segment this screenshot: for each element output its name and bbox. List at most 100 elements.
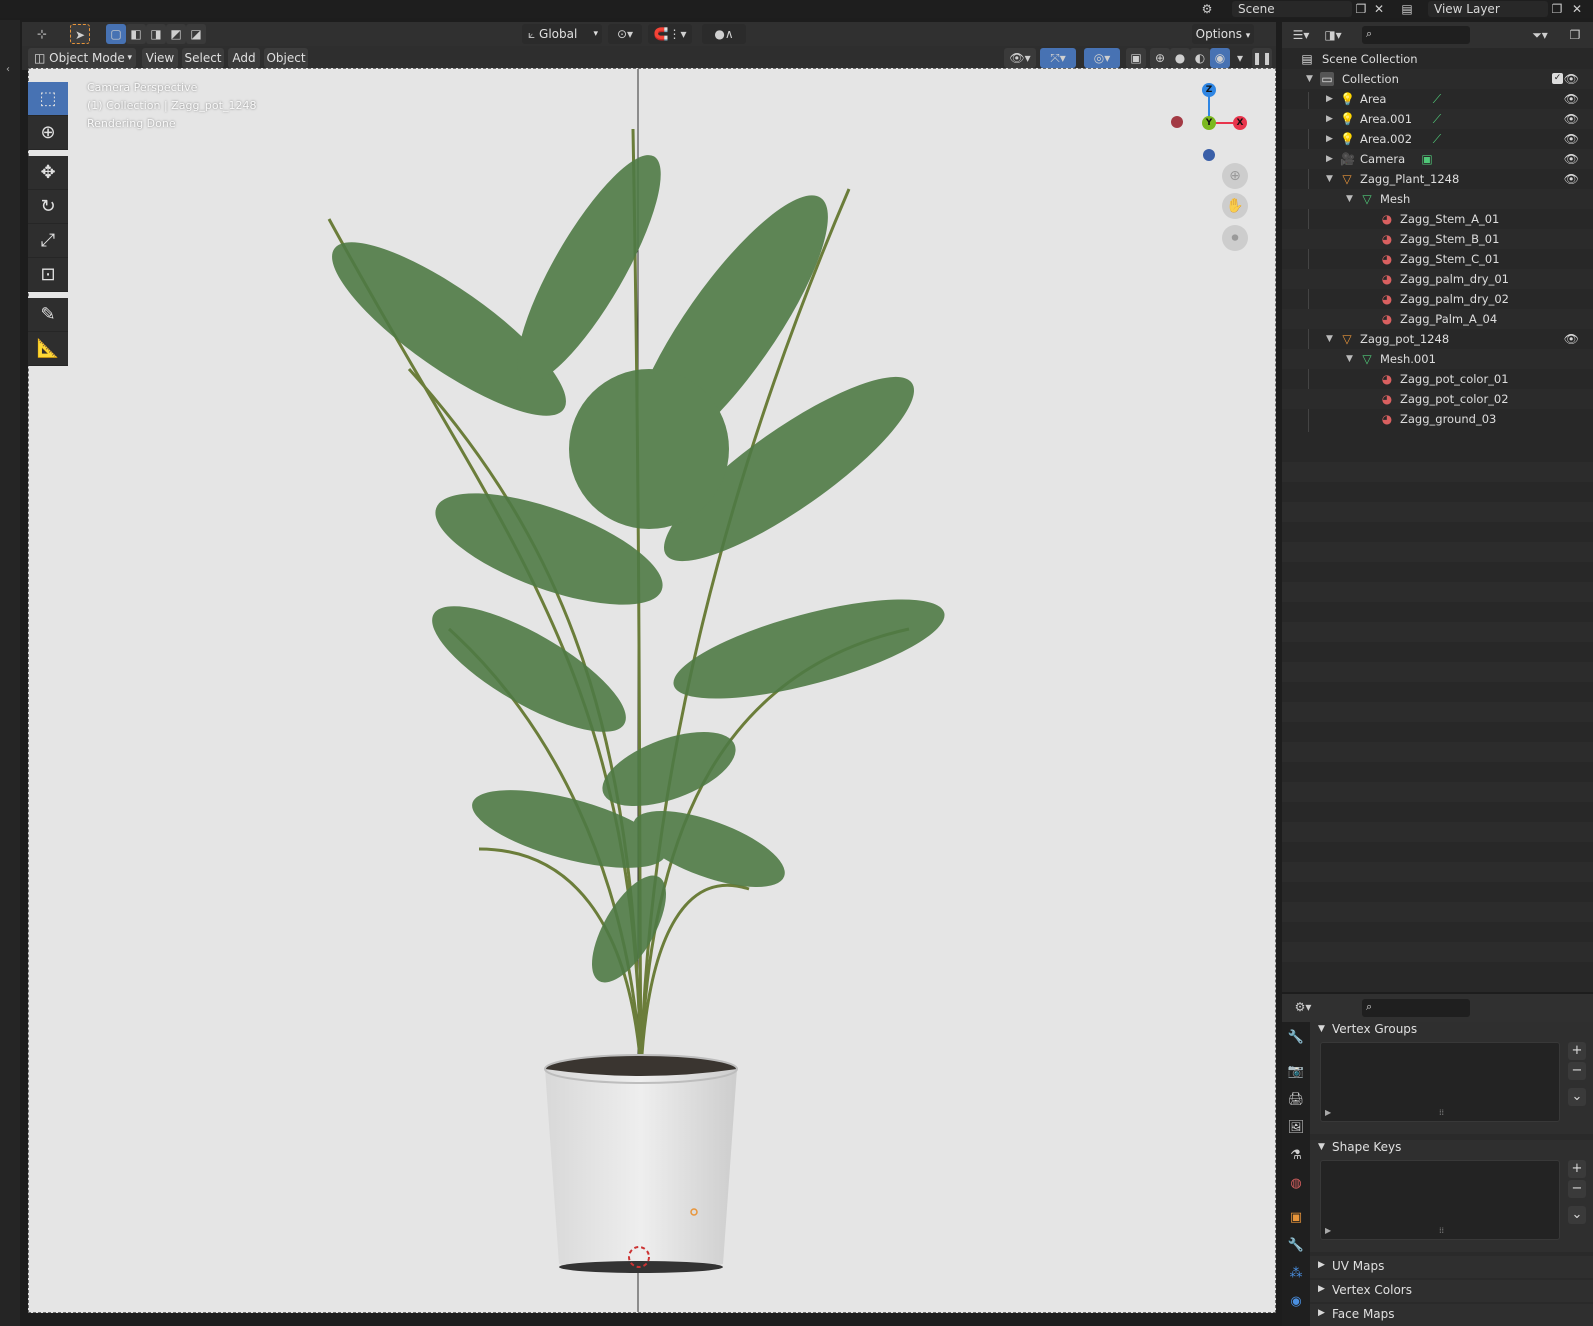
expand-arrow-icon[interactable]: ▼ bbox=[1326, 169, 1333, 189]
resize-handle-icon[interactable]: ⁞⁞ bbox=[1439, 1226, 1444, 1235]
outliner-row[interactable]: ▶ 🎥 Camera ▣ 👁 bbox=[1282, 149, 1593, 169]
expand-arrow-icon[interactable]: ▶ bbox=[1326, 89, 1333, 109]
outliner-row[interactable]: ◕ Zagg_Stem_B_01 bbox=[1282, 229, 1593, 249]
view-layer-field[interactable]: View Layer bbox=[1428, 1, 1548, 17]
eye-icon[interactable]: 👁 bbox=[1564, 69, 1579, 89]
transform-icon[interactable]: ⊡ bbox=[28, 258, 68, 292]
outliner-row[interactable]: ◕ Zagg_ground_03 bbox=[1282, 409, 1593, 429]
uv-maps-panel[interactable]: ▶ UV Maps bbox=[1310, 1256, 1593, 1278]
expand-arrow-icon[interactable]: ▶ bbox=[1325, 1108, 1331, 1117]
world-tab-icon[interactable]: ◍ bbox=[1286, 1174, 1306, 1194]
new-scene-icon[interactable]: ❐ bbox=[1354, 2, 1368, 16]
scene-field[interactable]: Scene bbox=[1232, 1, 1352, 17]
remove-icon[interactable]: − bbox=[1568, 1062, 1586, 1080]
tool-tab-icon[interactable]: 🔧 bbox=[1286, 1028, 1306, 1048]
select-mode-invert-icon[interactable]: ◩ bbox=[166, 24, 186, 44]
menu-select[interactable]: Select bbox=[182, 48, 224, 68]
outliner-row-collection[interactable]: ▼ ▭ Collection ✓ 👁 bbox=[1282, 69, 1593, 89]
menu-object[interactable]: Object bbox=[264, 48, 308, 68]
eye-icon[interactable]: 👁 bbox=[1564, 89, 1579, 109]
outliner-row[interactable]: ◕ Zagg_Palm_A_04 bbox=[1282, 309, 1593, 329]
display-mode-icon[interactable]: ◨▾ bbox=[1322, 28, 1344, 42]
eye-icon[interactable]: 👁 bbox=[1564, 129, 1579, 149]
outliner-row[interactable]: ▶ 💡 Area.002 ⟋ 👁 bbox=[1282, 129, 1593, 149]
annotate-icon[interactable]: ✎ bbox=[28, 298, 68, 332]
orientation-dropdown[interactable]: ⟀ Global ▾ bbox=[522, 24, 602, 44]
editor-type-icon[interactable]: ⚙▾ bbox=[1292, 1000, 1314, 1014]
add-icon[interactable]: + bbox=[1568, 1042, 1586, 1060]
pivot-dropdown[interactable]: ⊙▾ bbox=[608, 24, 642, 44]
eye-icon[interactable]: 👁 bbox=[1564, 329, 1579, 349]
filter-icon[interactable]: ⏷▾ bbox=[1528, 28, 1552, 42]
proportional-edit-toggle[interactable]: ●∧ bbox=[702, 24, 746, 44]
outliner-row[interactable]: ◕ Zagg_palm_dry_02 bbox=[1282, 289, 1593, 309]
object-tab-icon[interactable]: ▣ bbox=[1286, 1208, 1306, 1228]
select-box-icon[interactable]: ⬚ bbox=[28, 82, 68, 116]
solid-shading-icon[interactable]: ● bbox=[1170, 48, 1190, 68]
cursor-icon[interactable]: ⊕ bbox=[28, 116, 68, 150]
view-layer-icon[interactable]: ▤ bbox=[1400, 2, 1414, 16]
options-dropdown[interactable]: Options ▾ bbox=[1192, 24, 1254, 44]
pause-icon[interactable]: ❚❚ bbox=[1252, 48, 1272, 68]
editor-type-icon[interactable]: ⊹ bbox=[32, 24, 52, 44]
add-icon[interactable]: + bbox=[1568, 1160, 1586, 1178]
chevron-down-icon[interactable]: ⌄ bbox=[1568, 1088, 1586, 1106]
outliner-row[interactable]: ◕ Zagg_Stem_A_01 bbox=[1282, 209, 1593, 229]
visibility-dropdown[interactable]: 👁▾ bbox=[1004, 48, 1036, 68]
outliner-row[interactable]: ◕ Zagg_pot_color_01 bbox=[1282, 369, 1593, 389]
select-mode-new-icon[interactable]: ▢ bbox=[106, 24, 126, 44]
mode-dropdown[interactable]: ◫ Object Mode ▾ bbox=[28, 48, 136, 68]
light-data-icon[interactable]: ⟋ bbox=[1430, 132, 1444, 146]
eye-icon[interactable]: 👁 bbox=[1564, 149, 1579, 169]
scene-tab-icon[interactable]: ⚗ bbox=[1286, 1146, 1306, 1166]
resize-handle-icon[interactable]: ⁞⁞ bbox=[1439, 1108, 1444, 1117]
pan-hand-icon[interactable]: ✋ bbox=[1222, 193, 1248, 219]
chevron-left-icon[interactable]: ‹ bbox=[6, 64, 10, 75]
particles-tab-icon[interactable]: ⁂ bbox=[1286, 1264, 1306, 1284]
eye-icon[interactable]: 👁 bbox=[1564, 109, 1579, 129]
light-data-icon[interactable]: ⟋ bbox=[1430, 92, 1444, 106]
vertex-colors-panel[interactable]: ▶ Vertex Colors bbox=[1310, 1280, 1593, 1302]
scale-icon[interactable]: ⤢ bbox=[28, 224, 68, 258]
gizmo-z-axis[interactable]: Z bbox=[1202, 83, 1216, 97]
gizmo-neg-x-axis[interactable] bbox=[1171, 116, 1183, 128]
expand-arrow-icon[interactable]: ▼ bbox=[1306, 69, 1313, 89]
render-tab-icon[interactable]: 📷 bbox=[1286, 1062, 1306, 1082]
select-mode-extend-icon[interactable]: ◧ bbox=[126, 24, 146, 44]
outliner-row[interactable]: ▼ ▽ Zagg_Plant_1248 👁 bbox=[1282, 169, 1593, 189]
select-mode-subtract-icon[interactable]: ◨ bbox=[146, 24, 166, 44]
expand-arrow-icon[interactable]: ▼ bbox=[1318, 1024, 1325, 1034]
camera-view-icon[interactable]: ⏺ bbox=[1222, 225, 1248, 251]
face-maps-panel[interactable]: ▶ Face Maps bbox=[1310, 1304, 1593, 1326]
modifier-tab-icon[interactable]: 🔧 bbox=[1286, 1236, 1306, 1256]
outliner-row[interactable]: ◕ Zagg_pot_color_02 bbox=[1282, 389, 1593, 409]
light-data-icon[interactable]: ⟋ bbox=[1430, 112, 1444, 126]
view-layer-tab-icon[interactable]: 🖼 bbox=[1286, 1118, 1306, 1138]
checkbox-icon[interactable]: ✓ bbox=[1552, 73, 1563, 84]
close-icon[interactable]: ✕ bbox=[1372, 2, 1386, 16]
gizmo-neg-z-axis[interactable] bbox=[1203, 149, 1215, 161]
expand-arrow-icon[interactable]: ▼ bbox=[1346, 189, 1353, 209]
physics-tab-icon[interactable]: ◉ bbox=[1286, 1292, 1306, 1312]
expand-arrow-icon[interactable]: ▼ bbox=[1326, 329, 1333, 349]
output-tab-icon[interactable]: 🖨 bbox=[1286, 1090, 1306, 1110]
properties-search-input[interactable]: ⌕ bbox=[1362, 999, 1470, 1017]
wireframe-shading-icon[interactable]: ⊕ bbox=[1150, 48, 1170, 68]
expand-arrow-icon[interactable]: ▶ bbox=[1325, 1226, 1331, 1235]
remove-icon[interactable]: − bbox=[1568, 1180, 1586, 1198]
measure-icon[interactable]: 📐 bbox=[28, 332, 68, 366]
expand-arrow-icon[interactable]: ▼ bbox=[1318, 1142, 1325, 1152]
expand-arrow-icon[interactable]: ▶ bbox=[1326, 129, 1333, 149]
select-tool-icon[interactable]: ➤ bbox=[70, 24, 90, 44]
navigation-gizmo[interactable]: Z Y X bbox=[1169, 79, 1249, 169]
shape-keys-list[interactable]: ▶ ⁞⁞ bbox=[1320, 1160, 1560, 1240]
expand-arrow-icon[interactable]: ▶ bbox=[1326, 149, 1333, 169]
menu-add[interactable]: Add bbox=[228, 48, 260, 68]
chevron-down-icon[interactable]: ⌄ bbox=[1568, 1206, 1586, 1224]
expand-arrow-icon[interactable]: ▶ bbox=[1326, 109, 1333, 129]
outliner-row[interactable]: ▼ ▽ Mesh.001 bbox=[1282, 349, 1593, 369]
gizmo-y-axis[interactable]: Y bbox=[1202, 116, 1216, 130]
chevron-down-icon[interactable]: ▾ bbox=[1230, 48, 1250, 68]
outliner-row[interactable]: ▶ 💡 Area.001 ⟋ 👁 bbox=[1282, 109, 1593, 129]
outliner-row[interactable]: ◕ Zagg_Stem_C_01 bbox=[1282, 249, 1593, 269]
